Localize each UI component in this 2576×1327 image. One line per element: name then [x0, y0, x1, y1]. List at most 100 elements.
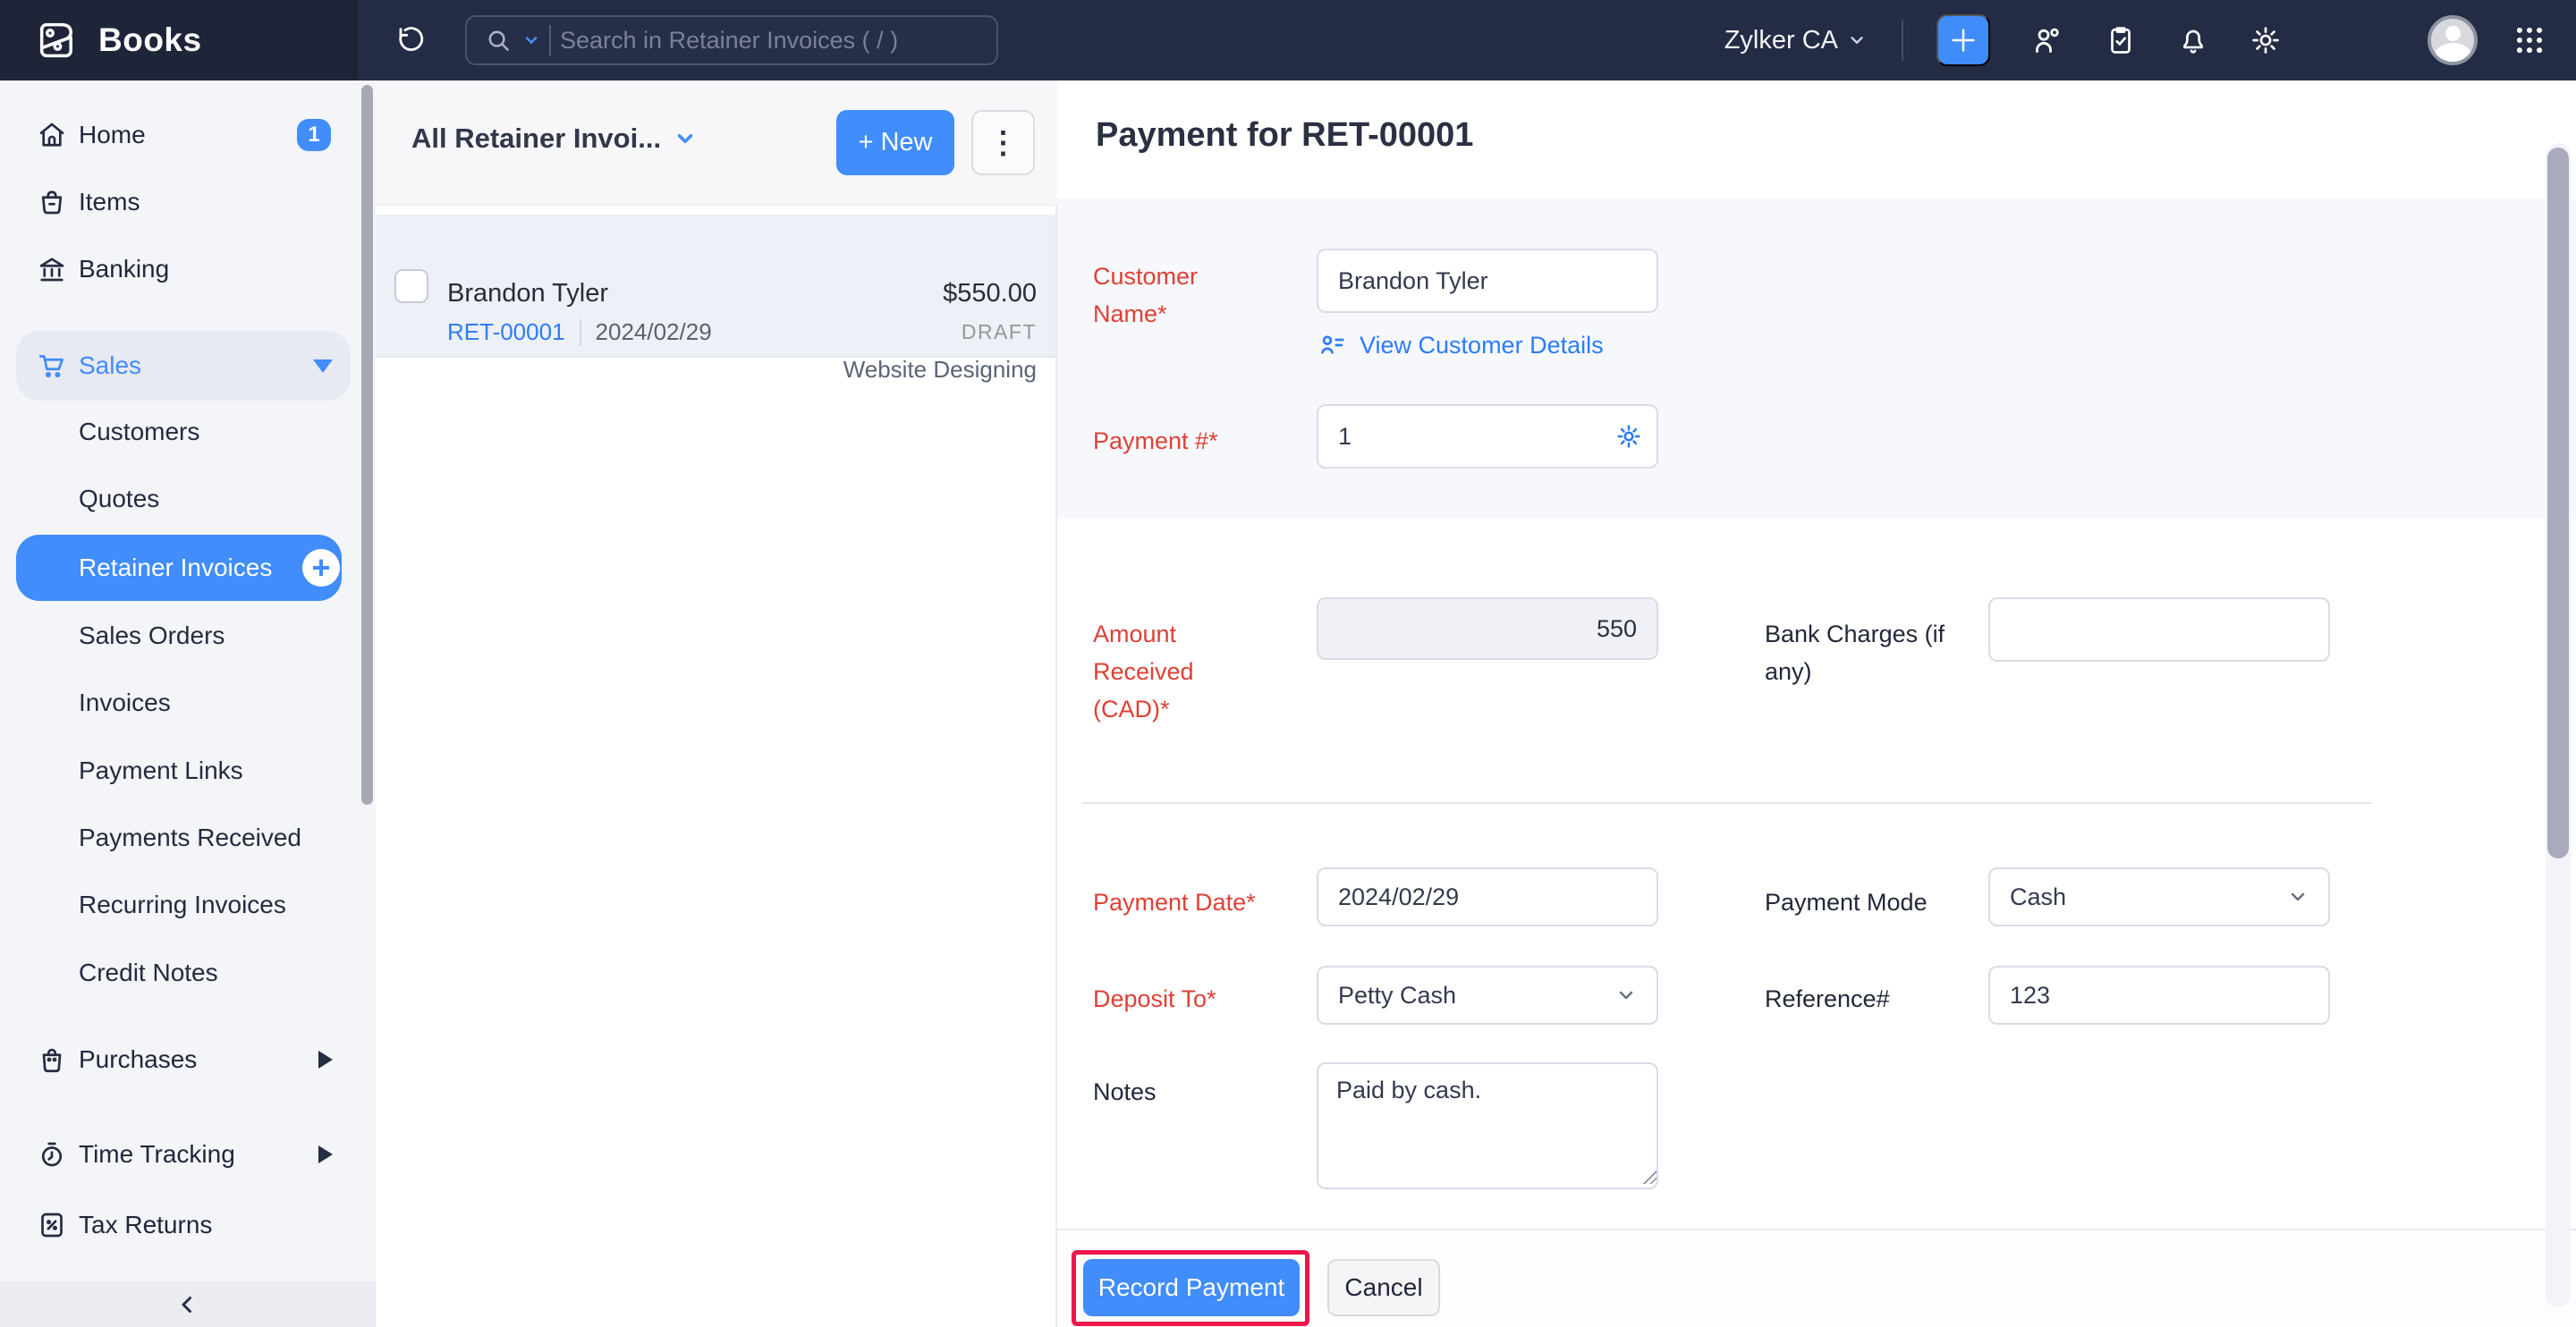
sidebar-scrollbar[interactable] — [361, 85, 373, 805]
bank-charges-field[interactable] — [1988, 597, 2330, 662]
sidebar-subitem-label: Retainer Invoices — [79, 554, 273, 581]
org-name: Zylker CA — [1724, 25, 1838, 55]
chevron-down-icon — [1619, 991, 1633, 1000]
retainer-invoice-list-panel: All Retainer Invoi... + New ⋮ Brandon Ty… — [376, 80, 1057, 1327]
sidebar-subitem-label: Sales Orders — [79, 621, 225, 649]
reference-label: Reference# — [1765, 985, 1890, 1012]
notes-field[interactable]: Paid by cash. — [1317, 1062, 1658, 1189]
customer-card-icon — [1321, 335, 1344, 354]
search-icon — [483, 25, 513, 55]
purchases-bag-icon — [36, 1044, 68, 1076]
view-customer-details-link[interactable]: View Customer Details — [1317, 329, 1604, 361]
sidebar-collapse-bar[interactable] — [0, 1281, 376, 1327]
search-input[interactable] — [560, 26, 980, 55]
sidebar-subitem-label: Payment Links — [79, 756, 243, 784]
row-checkbox[interactable] — [394, 269, 428, 303]
sidebar-subitem-label: Payments Received — [79, 824, 302, 851]
items-basket-icon — [36, 186, 68, 218]
sidebar-item-label: Items — [79, 188, 140, 216]
new-retainer-invoice-icon[interactable]: + — [302, 549, 340, 587]
retainer-invoice-row[interactable]: Brandon Tyler $550.00 RET-00001 2024/02/… — [376, 215, 1055, 383]
bank-charges-label: Bank Charges (if any) — [1765, 621, 1945, 685]
settings-gear-icon[interactable] — [2248, 22, 2284, 58]
textarea-resize-grip[interactable] — [1640, 1168, 1657, 1184]
sidebar-item-sales[interactable]: Sales — [0, 331, 376, 401]
sidebar-item-invoices[interactable]: Invoices — [0, 669, 376, 737]
form-footer: Record Payment Cancel — [1057, 1229, 2576, 1327]
list-filter-dropdown[interactable]: All Retainer Invoi... — [411, 123, 697, 155]
sidebar-item-tax-returns[interactable]: Tax Returns — [0, 1191, 376, 1259]
books-logo-icon — [34, 17, 80, 63]
list-header: All Retainer Invoi... + New ⋮ — [376, 80, 1057, 206]
sidebar-item-sales-orders[interactable]: Sales Orders — [0, 602, 376, 670]
notifications-bell-icon[interactable] — [2175, 22, 2211, 58]
sidebar-item-purchases[interactable]: Purchases — [0, 1026, 376, 1094]
app-name: Books — [98, 21, 202, 58]
home-badge: 1 — [297, 119, 331, 151]
deposit-to-label: Deposit To* — [1093, 985, 1216, 1012]
payment-date-field[interactable] — [1317, 867, 1658, 926]
sidebar-item-credit-notes[interactable]: Credit Notes — [0, 939, 376, 1007]
sales-cart-icon — [36, 350, 68, 382]
quick-create-button[interactable] — [1936, 14, 1990, 66]
amount-received-field[interactable] — [1317, 597, 1658, 660]
search-scope-chevron-icon[interactable] — [522, 31, 540, 49]
stopwatch-icon — [36, 1138, 68, 1171]
record-payment-button[interactable]: Record Payment — [1083, 1259, 1300, 1316]
customer-name-field[interactable] — [1317, 249, 1658, 313]
row-invoice-number-link[interactable]: RET-00001 — [447, 318, 565, 346]
sidebar-item-label: Sales — [79, 351, 142, 379]
sales-expand-caret-icon[interactable] — [313, 359, 333, 373]
customer-name-label: Customer Name* — [1093, 263, 1199, 327]
sidebar-subitem-label: Credit Notes — [79, 959, 218, 986]
tasks-icon[interactable] — [2103, 22, 2139, 58]
sidebar-item-label: Purchases — [79, 1045, 198, 1073]
org-switcher[interactable]: Zylker CA — [1724, 0, 1867, 80]
sidebar: Home 1 Items Banking Sales Customers Quo… — [0, 80, 376, 1327]
deposit-to-value: Petty Cash — [1338, 981, 1457, 1009]
list-title: All Retainer Invoi... — [411, 123, 662, 154]
user-avatar[interactable] — [2428, 15, 2478, 65]
payment-number-settings-gear-icon[interactable] — [1614, 421, 1644, 452]
sidebar-item-home[interactable]: Home 1 — [0, 101, 376, 169]
sidebar-item-recurring-invoices[interactable]: Recurring Invoices — [0, 871, 376, 939]
sidebar-item-payments-received[interactable]: Payments Received — [0, 804, 376, 872]
sidebar-item-time-tracking[interactable]: Time Tracking — [0, 1120, 376, 1188]
payment-mode-select[interactable]: Cash — [1988, 867, 2330, 926]
reference-field[interactable] — [1988, 966, 2330, 1025]
recent-history-icon[interactable] — [390, 21, 429, 60]
new-button[interactable]: + New — [836, 110, 954, 175]
payment-number-field[interactable] — [1317, 404, 1658, 469]
deposit-to-select[interactable]: Petty Cash — [1317, 966, 1658, 1025]
cancel-button[interactable]: Cancel — [1327, 1259, 1440, 1316]
sidebar-item-payment-links[interactable]: Payment Links — [0, 737, 376, 805]
global-search — [465, 15, 998, 65]
sidebar-subitem-label: Quotes — [79, 485, 160, 512]
row-amount: $550.00 — [943, 279, 1037, 308]
purchases-expand-caret-icon[interactable] — [318, 1051, 333, 1069]
row-date: 2024/02/29 — [595, 318, 712, 345]
sidebar-item-banking[interactable]: Banking — [0, 235, 376, 303]
sidebar-subitem-label: Customers — [79, 418, 200, 445]
payment-mode-value: Cash — [2010, 883, 2067, 910]
avatar-head — [2445, 26, 2461, 41]
page-title: Payment for RET-00001 — [1096, 116, 1474, 154]
users-icon[interactable] — [2030, 22, 2066, 58]
time-tracking-expand-caret-icon[interactable] — [318, 1145, 333, 1163]
home-icon — [36, 119, 68, 151]
sidebar-item-items[interactable]: Items — [0, 168, 376, 236]
list-more-menu-button[interactable]: ⋮ — [971, 110, 1035, 175]
payment-number-label: Payment #* — [1093, 427, 1218, 454]
sidebar-item-customers[interactable]: Customers — [0, 398, 376, 466]
amount-received-label: Amount Received (CAD)* — [1093, 621, 1194, 723]
app-grid-icon[interactable] — [2512, 22, 2547, 58]
sidebar-item-label: Banking — [79, 255, 170, 283]
payment-form-panel: Payment for RET-00001 Customer Name* Vie… — [1057, 80, 2576, 1327]
sidebar-item-retainer-invoices[interactable]: Retainer Invoices + — [0, 535, 376, 601]
row-project: Website Designing — [843, 356, 1037, 383]
sidebar-item-label: Tax Returns — [79, 1211, 213, 1238]
sidebar-item-quotes[interactable]: Quotes — [0, 465, 376, 533]
main-scrollbar[interactable] — [2547, 148, 2569, 858]
bank-icon — [36, 253, 68, 285]
avatar-body — [2435, 43, 2471, 62]
